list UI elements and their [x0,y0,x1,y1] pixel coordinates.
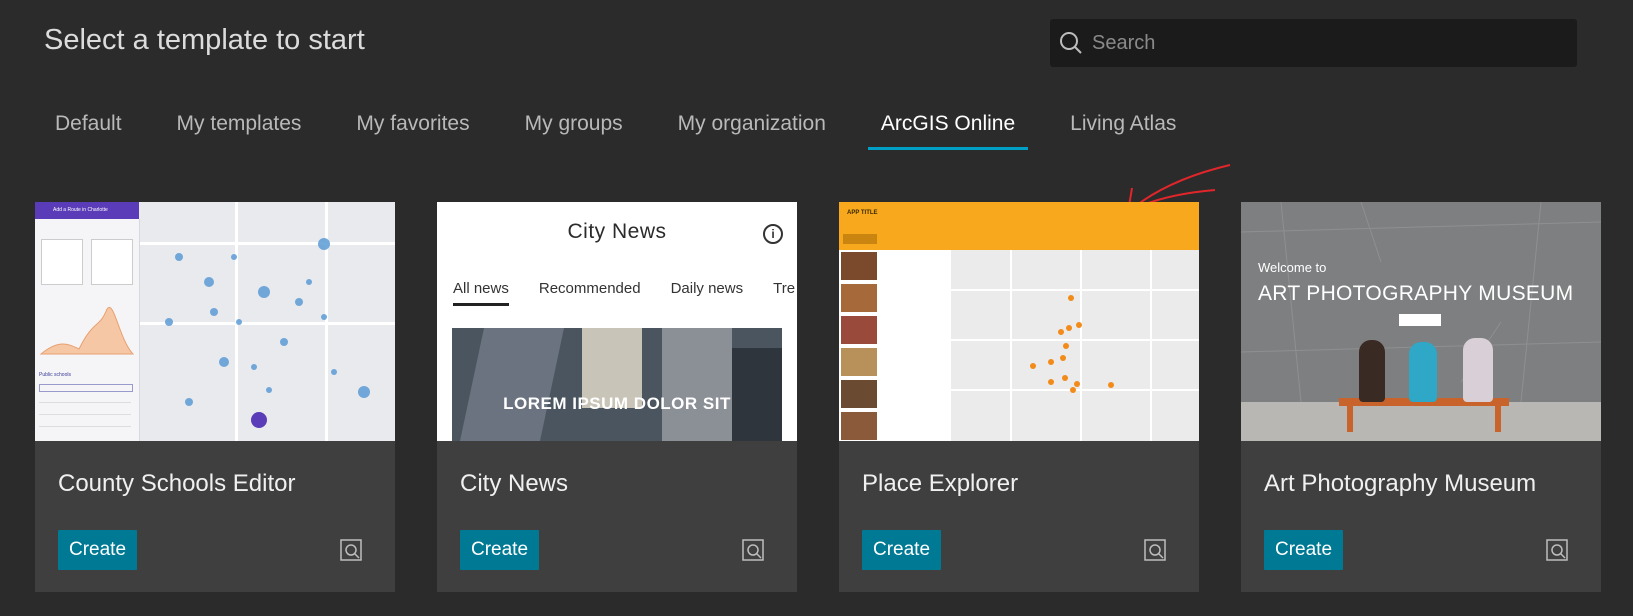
card-title: City News [460,470,569,497]
thumb-photo: LOREM IPSUM DOLOR SIT [452,328,782,441]
place-list [839,250,951,441]
card-thumbnail[interactable]: APP TITLE [839,202,1199,441]
map-side-panel: Public schools [35,219,140,441]
card-title: Art Photography Museum [1264,470,1537,497]
search-icon [1060,32,1082,54]
tab-my-favorites[interactable]: My favorites [343,108,482,150]
template-card-art-photography[interactable]: Welcome to ART PHOTOGRAPHY MUSEUM Art Ph… [1241,202,1601,592]
preview-icon[interactable] [1545,538,1569,562]
tab-my-organization[interactable]: My organization [665,108,839,150]
info-icon: i [763,224,783,244]
thumb-tab: All news [453,280,509,306]
preview-icon[interactable] [339,538,363,562]
app-title-text: APP TITLE [847,210,878,216]
template-card-city-news[interactable]: City News i All news Recommended Daily n… [437,202,797,592]
map-header-text: Add a Route in Charlotte [53,207,108,213]
thumb-welcome-text: Welcome to [1258,260,1327,275]
tab-my-groups[interactable]: My groups [512,108,636,150]
card-title: County Schools Editor [58,470,296,497]
template-card-place-explorer[interactable]: APP TITLE Place Explorer Create [839,202,1199,592]
card-title: Place Explorer [862,470,1019,497]
template-card-county-schools[interactable]: Public schools Add a Route in Charlotte [35,202,395,592]
tab-living-atlas[interactable]: Living Atlas [1057,108,1189,150]
app-header-bar: APP TITLE [839,202,1199,250]
map-header-bar: Add a Route in Charlotte [35,202,139,219]
create-button[interactable]: Create [862,530,942,570]
thumb-heading: City News [567,220,667,243]
thumb-tab: Tre [773,280,796,297]
thumb-tabs: All news Recommended Daily news Tre [453,280,797,306]
thumb-floor [1241,402,1601,441]
page-title: Select a template to start [44,24,365,56]
photo-overlay-text: LOREM IPSUM DOLOR SIT [503,394,731,413]
tab-arcgis-online[interactable]: ArcGIS Online [867,108,1029,150]
thumb-heading: ART PHOTOGRAPHY MUSEUM [1258,282,1574,305]
card-thumbnail[interactable]: City News i All news Recommended Daily n… [437,202,797,441]
thumb-button [1399,314,1441,326]
create-button[interactable]: Create [1264,530,1344,570]
tab-my-templates[interactable]: My templates [164,108,315,150]
create-button[interactable]: Create [460,530,540,570]
thumb-tab: Daily news [670,280,744,297]
search-input[interactable] [1090,30,1554,56]
card-thumbnail[interactable]: Welcome to ART PHOTOGRAPHY MUSEUM [1241,202,1601,441]
preview-icon[interactable] [741,538,765,562]
card-thumbnail[interactable]: Public schools Add a Route in Charlotte [35,202,395,441]
preview-icon[interactable] [1143,538,1167,562]
tab-default[interactable]: Default [42,108,135,150]
thumb-tab: Recommended [538,280,641,297]
create-button[interactable]: Create [58,530,138,570]
template-grid: Public schools Add a Route in Charlotte [35,202,1601,592]
search-box[interactable] [1050,19,1577,67]
template-tabs: Default My templates My favorites My gro… [42,108,1218,150]
section-label: Public schools [39,372,71,378]
